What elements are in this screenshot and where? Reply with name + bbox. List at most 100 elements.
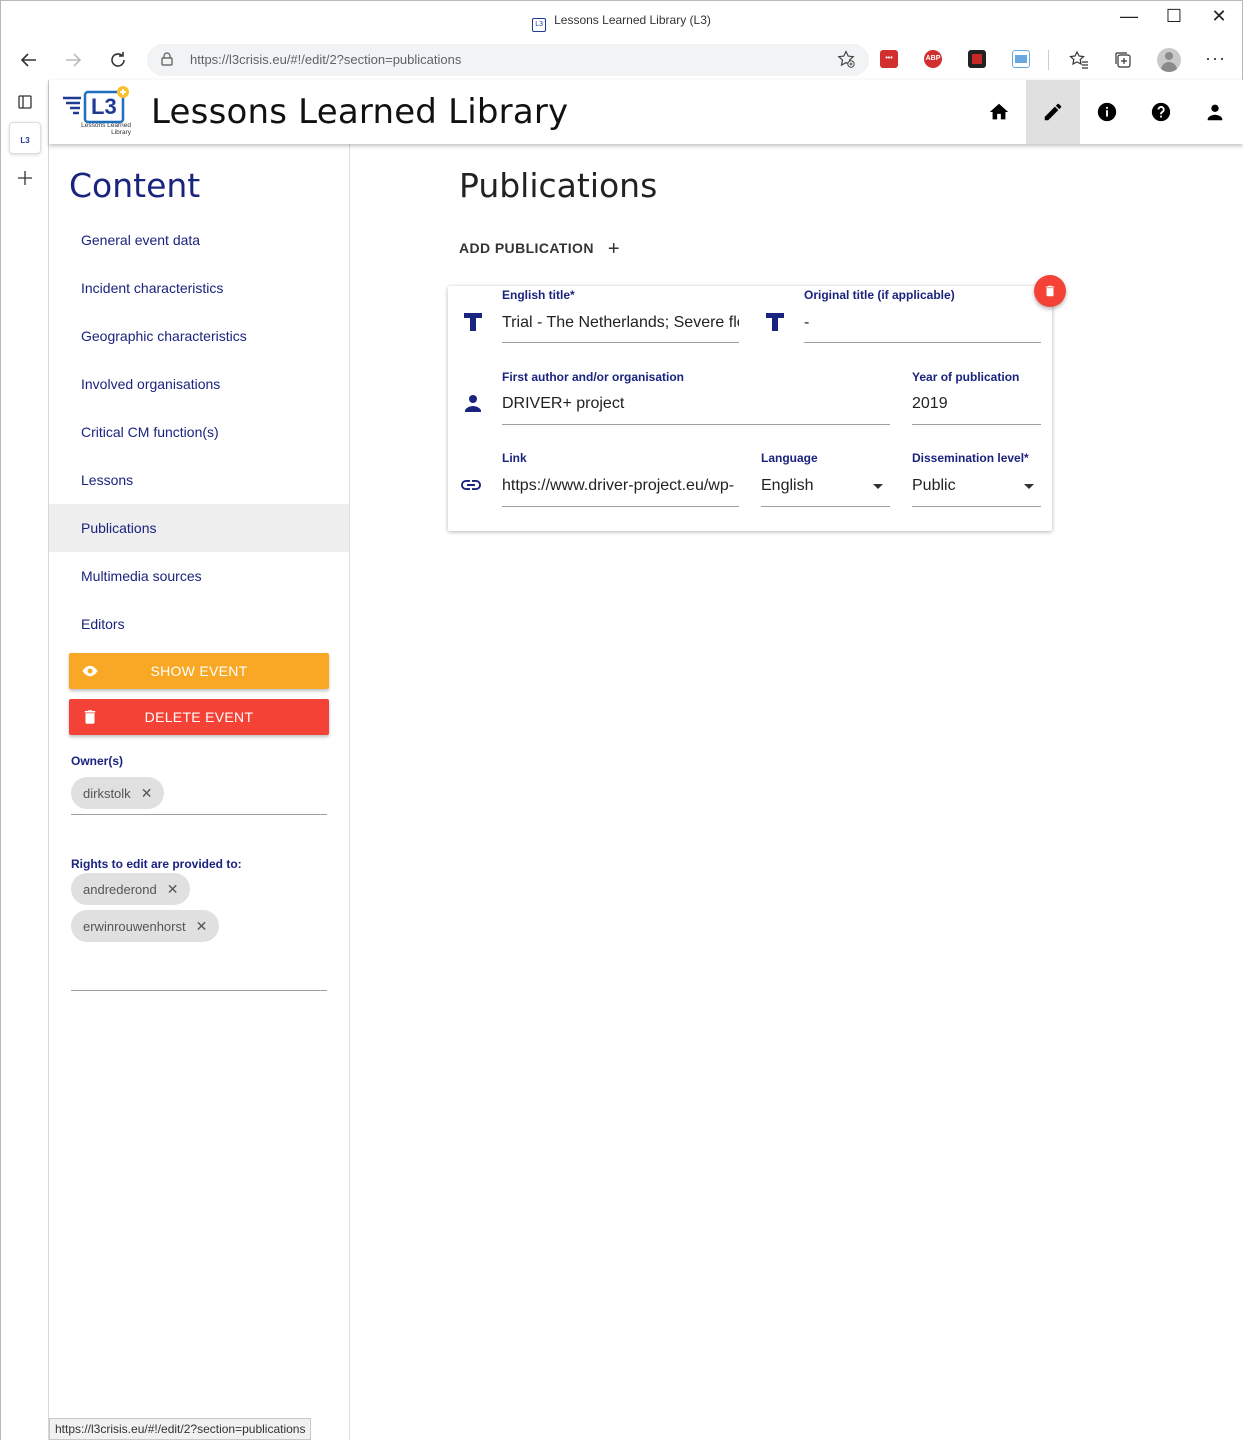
- adblock-extension-icon[interactable]: ABP: [924, 50, 942, 68]
- sidebar-item-incident-characteristics[interactable]: Incident characteristics: [49, 264, 349, 312]
- plus-icon: +: [607, 238, 620, 260]
- forward-button[interactable]: [59, 46, 87, 74]
- rights-label: Rights to edit are provided to:: [71, 857, 242, 871]
- nav-home[interactable]: [972, 80, 1026, 144]
- logo-subtitle: Lessons Learned Library: [81, 122, 131, 136]
- author-input[interactable]: DRIVER+ project: [502, 395, 890, 413]
- app-title: Lessons Learned Library: [151, 92, 569, 132]
- author-underline: [502, 424, 890, 425]
- forward-arrow-icon: [66, 53, 82, 67]
- show-event-button[interactable]: SHOW EVENT: [69, 653, 329, 689]
- english-title-input[interactable]: Trial - The Netherlands; Severe flo: [502, 314, 739, 332]
- plus-icon: [18, 171, 32, 185]
- address-bar[interactable]: https://l3crisis.eu/#!/edit/2?section=pu…: [147, 44, 869, 76]
- dissemination-select[interactable]: Public: [912, 477, 1022, 495]
- author-label: First author and/or organisation: [502, 370, 685, 384]
- link-underline: [502, 506, 739, 507]
- sidebar-item-lessons[interactable]: Lessons: [49, 456, 349, 504]
- original-title-input[interactable]: -: [804, 314, 1041, 332]
- chevron-down-icon[interactable]: [1024, 484, 1034, 489]
- extension-icon[interactable]: [968, 50, 986, 68]
- main-content: Publications ADD PUBLICATION + English ti…: [350, 144, 1243, 1440]
- language-underline: [761, 506, 890, 507]
- nav-account[interactable]: [1188, 80, 1242, 144]
- collections-icon[interactable]: [1113, 50, 1133, 70]
- tab-actions-icon[interactable]: [9, 86, 41, 118]
- person-icon: [1207, 104, 1223, 121]
- nav-info[interactable]: [1080, 80, 1134, 144]
- back-arrow-icon: [20, 53, 36, 67]
- sidebar-item-editors[interactable]: Editors: [49, 600, 349, 648]
- toolbar-divider: [1048, 50, 1049, 70]
- back-button[interactable]: [15, 46, 43, 74]
- original-title-label: Original title (if applicable): [804, 288, 955, 302]
- reader-extension-icon[interactable]: [1012, 50, 1030, 68]
- lastpass-extension-icon[interactable]: •••: [880, 50, 898, 68]
- add-favorite-icon[interactable]: [837, 50, 855, 68]
- new-tab-button[interactable]: [9, 162, 41, 194]
- sidebar-item-multimedia-sources[interactable]: Multimedia sources: [49, 552, 349, 600]
- remove-chip-icon[interactable]: ✕: [141, 785, 153, 801]
- app-header: L3 Lessons Learned Library Lessons Learn…: [49, 80, 1243, 144]
- add-publication-button[interactable]: ADD PUBLICATION +: [459, 238, 620, 261]
- editors-underline[interactable]: [71, 990, 327, 991]
- language-label: Language: [761, 451, 818, 465]
- dissemination-underline: [912, 506, 1041, 507]
- editor-chip: erwinrouwenhorst ✕: [71, 910, 220, 942]
- home-icon: [989, 103, 1009, 120]
- language-select[interactable]: English: [761, 477, 871, 495]
- sidebar-heading: Content: [69, 166, 201, 205]
- sidebar-item-geographic-characteristics[interactable]: Geographic characteristics: [49, 312, 349, 360]
- year-underline: [912, 424, 1041, 425]
- show-event-label: SHOW EVENT: [150, 663, 248, 679]
- owners-underline: [71, 814, 327, 815]
- editor-chip-label: andrederond: [83, 882, 157, 897]
- delete-event-button[interactable]: DELETE EVENT: [69, 699, 329, 735]
- english-title-label: English title*: [502, 288, 575, 302]
- l3-logo[interactable]: L3 Lessons Learned Library: [61, 84, 131, 140]
- editor-chip: andrederond ✕: [71, 873, 191, 905]
- remove-chip-icon[interactable]: ✕: [196, 918, 208, 934]
- pencil-icon: [1044, 103, 1062, 121]
- profile-avatar[interactable]: [1157, 48, 1181, 72]
- browser-toolbar: https://l3crisis.eu/#!/edit/2?section=pu…: [0, 40, 1243, 80]
- close-window-button[interactable]: ✕: [1197, 5, 1241, 29]
- editor-chip-label: erwinrouwenhorst: [83, 919, 186, 934]
- nav-edit[interactable]: [1026, 80, 1080, 144]
- favicon-icon: L3: [532, 18, 547, 32]
- tab-l3[interactable]: L3: [9, 122, 41, 154]
- sidebar-item-publications[interactable]: Publications: [49, 504, 349, 552]
- refresh-button[interactable]: [104, 46, 132, 74]
- link-label: Link: [502, 451, 527, 465]
- title-icon: [766, 313, 784, 331]
- sidebar-item-critical-cm-functions[interactable]: Critical CM function(s): [49, 408, 349, 456]
- sidebar-item-involved-organisations[interactable]: Involved organisations: [49, 360, 349, 408]
- link-input[interactable]: https://www.driver-project.eu/wp-: [502, 477, 739, 495]
- nav-help[interactable]: [1134, 80, 1188, 144]
- link-icon: [461, 480, 481, 490]
- delete-event-label: DELETE EVENT: [144, 709, 254, 725]
- favorites-icon[interactable]: [1069, 50, 1089, 70]
- minimize-button[interactable]: —: [1107, 5, 1151, 29]
- status-url-tooltip: https://l3crisis.eu/#!/edit/2?section=pu…: [49, 1418, 312, 1440]
- publication-card: English title* Trial - The Netherlands; …: [448, 275, 1066, 531]
- refresh-icon: [111, 52, 125, 67]
- year-input[interactable]: 2019: [912, 395, 1041, 413]
- delete-publication-button[interactable]: [1034, 275, 1066, 307]
- owner-chip-label: dirkstolk: [83, 786, 131, 801]
- remove-chip-icon[interactable]: ✕: [167, 881, 179, 897]
- url-text[interactable]: https://l3crisis.eu/#!/edit/2?section=pu…: [190, 52, 461, 67]
- english-title-underline: [502, 342, 739, 343]
- window-title-text: Lessons Learned Library (L3): [554, 13, 711, 27]
- person-icon: [465, 395, 481, 412]
- sidebar-item-general-event-data[interactable]: General event data: [49, 216, 349, 264]
- sidebar: Content General event data Incident char…: [49, 144, 350, 1440]
- more-menu-icon[interactable]: ···: [1205, 48, 1226, 69]
- title-icon: [464, 313, 482, 331]
- chevron-down-icon[interactable]: [873, 484, 883, 489]
- window-titlebar: L3 Lessons Learned Library (L3) — ☐ ✕: [0, 0, 1243, 40]
- eye-icon: [82, 665, 98, 677]
- add-publication-label: ADD PUBLICATION: [459, 240, 594, 256]
- maximize-button[interactable]: ☐: [1152, 5, 1196, 29]
- owners-label: Owner(s): [71, 754, 124, 768]
